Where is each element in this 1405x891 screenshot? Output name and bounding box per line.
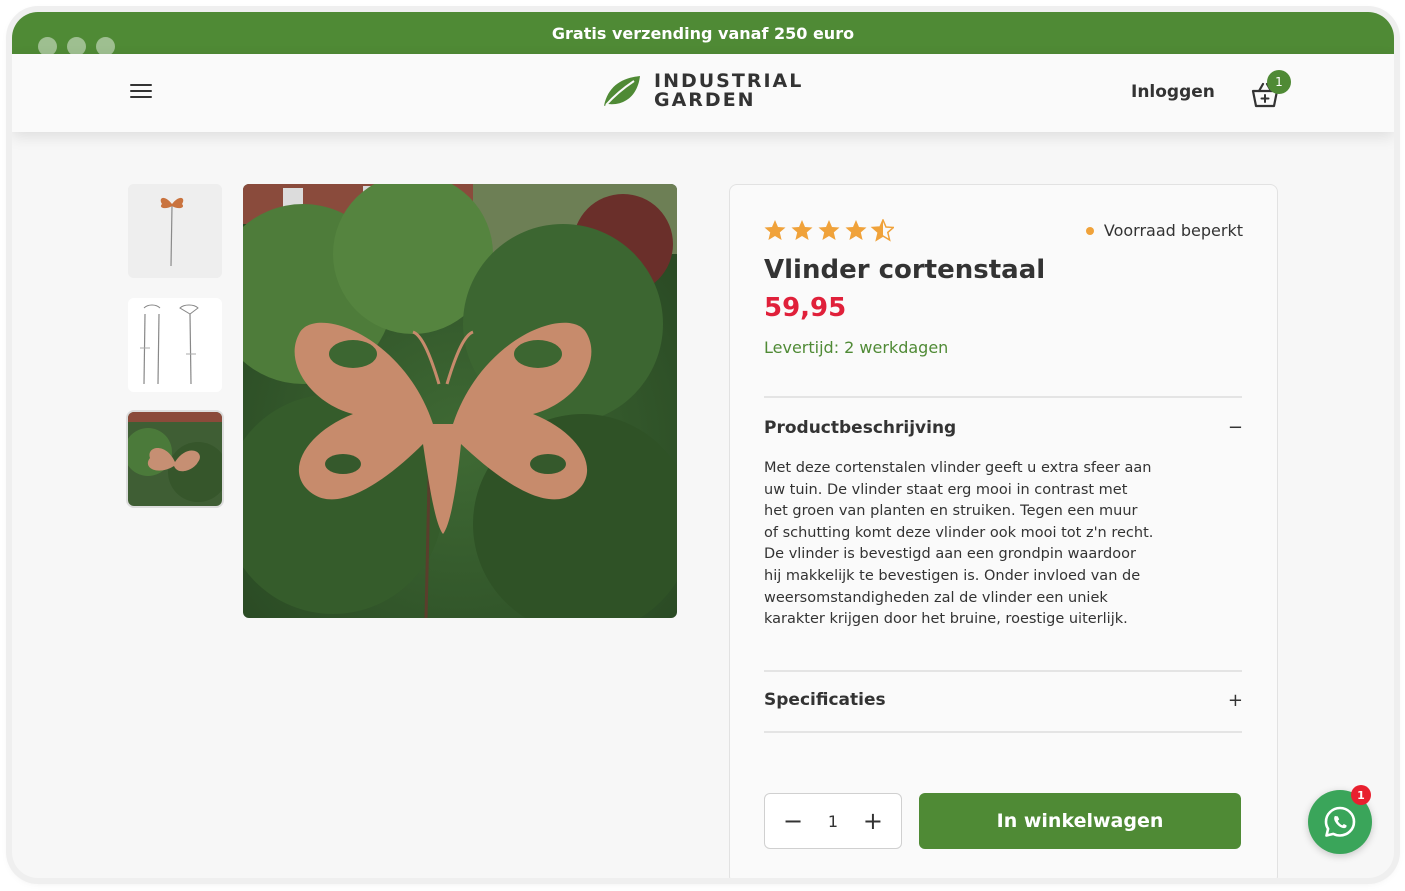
gallery-thumbnail[interactable]	[128, 298, 222, 392]
stake-sketch-thumbnail-image	[128, 298, 222, 392]
logo-line-2: GARDEN	[654, 89, 756, 111]
product-info-panel: Voorraad beperkt Vlinder cortenstaal 59,…	[729, 184, 1278, 878]
gallery-thumbnail[interactable]	[128, 184, 222, 278]
product-description-text: Met deze cortenstalen vlinder geeft u ex…	[764, 460, 1154, 628]
chat-notification-badge: 1	[1351, 785, 1371, 805]
quantity-stepper: − 1 +	[764, 793, 902, 849]
divider	[764, 396, 1242, 398]
rating-stars	[764, 219, 894, 243]
stock-status-label: Voorraad beperkt	[1103, 221, 1243, 240]
add-to-cart-button[interactable]: In winkelwagen	[919, 793, 1241, 849]
butterfly-garden-photo	[243, 184, 677, 618]
expand-specifications-toggle[interactable]: +	[1228, 690, 1243, 711]
quantity-decrease-button[interactable]: −	[783, 809, 803, 833]
star-rating-icon	[764, 219, 894, 242]
stock-status-dot	[1085, 226, 1094, 235]
login-link[interactable]: Inloggen	[1131, 82, 1215, 102]
shipping-banner: Gratis verzending vanaf 250 euro	[12, 12, 1394, 56]
cart-count-badge: 1	[1267, 70, 1291, 94]
product-price: 59,95	[764, 293, 847, 323]
stock-status: Voorraad beperkt	[1085, 221, 1243, 240]
logo-text: INDUSTRIAL GARDEN	[654, 72, 803, 110]
divider	[764, 670, 1242, 672]
butterfly-stake-thumbnail-image	[128, 184, 222, 278]
butterfly-garden-thumbnail-image	[128, 412, 222, 506]
product-title: Vlinder cortenstaal	[764, 255, 1046, 285]
divider	[764, 731, 1242, 733]
product-description-heading[interactable]: Productbeschrijving	[764, 418, 956, 438]
quantity-increase-button[interactable]: +	[863, 809, 883, 833]
whatsapp-icon	[1324, 806, 1356, 837]
delivery-time: Levertijd: 2 werkdagen	[764, 338, 949, 357]
site-logo[interactable]: INDUSTRIAL GARDEN	[602, 72, 803, 110]
main-product-image[interactable]	[243, 184, 677, 618]
shipping-banner-text: Gratis verzending vanaf 250 euro	[551, 23, 855, 43]
quantity-value[interactable]: 1	[828, 812, 838, 831]
gallery-thumbnail-active[interactable]	[128, 412, 222, 506]
site-header: INDUSTRIAL GARDEN Inloggen 1	[12, 54, 1394, 132]
leaf-logo-icon	[604, 76, 640, 106]
collapse-description-toggle[interactable]: −	[1228, 417, 1243, 438]
hamburger-menu-icon[interactable]	[130, 84, 152, 102]
browser-window: Gratis verzending vanaf 250 euro INDUSTR…	[12, 12, 1394, 878]
specifications-heading[interactable]: Specificaties	[764, 690, 886, 710]
